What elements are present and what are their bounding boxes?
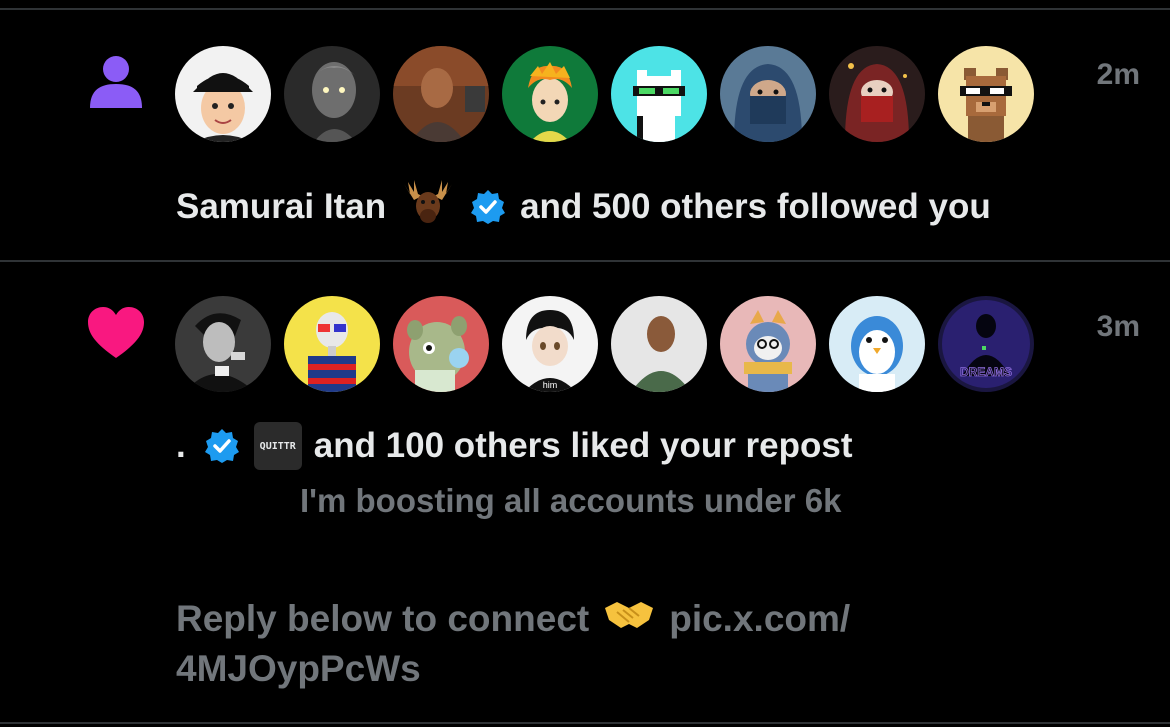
avatar-bubblegum-creature[interactable] xyxy=(393,296,489,392)
avatar-orange-hair-boy[interactable] xyxy=(502,46,598,142)
avatar-cartoon-cap-boy[interactable] xyxy=(175,46,271,142)
svg-text:DREAMS: DREAMS xyxy=(960,365,1012,379)
heart-icon xyxy=(86,304,146,364)
avatar-pixel-cat-sunglasses[interactable] xyxy=(611,46,707,142)
post-preview-line-3[interactable]: 4MJOypPcWs xyxy=(176,648,421,690)
preview-text: Reply below to connect xyxy=(176,597,590,639)
avatar-penguin-scarf[interactable] xyxy=(720,296,816,392)
avatar-man-at-desk[interactable] xyxy=(393,46,489,142)
avatar-stone-statue[interactable] xyxy=(284,46,380,142)
person-icon xyxy=(86,52,146,112)
actor-name[interactable]: Samurai Itan xyxy=(176,187,386,227)
preview-link[interactable]: pic.x.com/ xyxy=(669,598,850,640)
avatar-pixel-bear-sunglasses[interactable] xyxy=(938,46,1034,142)
like-notification[interactable]: him DREAMS 3m . QUITTR and 100 others li… xyxy=(0,262,1170,724)
follow-notification[interactable]: 2m Samurai Itan and 500 others followed … xyxy=(0,10,1170,260)
avatar-blue-hijab-woman[interactable] xyxy=(720,46,816,142)
actor-name[interactable]: . xyxy=(176,426,186,466)
verified-badge-icon xyxy=(204,428,240,464)
handshake-emoji xyxy=(603,594,655,643)
like-headline: . QUITTR and 100 others liked your repos… xyxy=(176,422,853,470)
avatar-red-veil-woman[interactable] xyxy=(829,46,925,142)
quittr-affiliate-badge: QUITTR xyxy=(253,422,302,470)
avatar-anime-boy-him[interactable]: him xyxy=(502,296,598,392)
timestamp: 2m xyxy=(1096,58,1140,91)
verified-badge-icon xyxy=(470,189,506,225)
notifications-page: 2m Samurai Itan and 500 others followed … xyxy=(0,0,1170,727)
avatar-dreams-silhouette[interactable]: DREAMS xyxy=(938,296,1034,392)
post-preview-line-2: Reply below to connect pic.x.com/ xyxy=(176,594,850,643)
svg-text:him: him xyxy=(543,380,558,390)
avatar-man-smoking-bw[interactable] xyxy=(175,296,271,392)
action-text: and 500 others followed you xyxy=(520,186,991,226)
action-text: and 100 others liked your repost xyxy=(313,426,853,465)
avatar-white-penguin[interactable] xyxy=(829,296,925,392)
follower-avatars xyxy=(175,46,1034,142)
moose-emoji xyxy=(400,178,456,235)
avatar-man-profile[interactable] xyxy=(611,296,707,392)
liker-avatars: him DREAMS xyxy=(175,296,1034,392)
post-preview-line-1: I'm boosting all accounts under 6k xyxy=(300,482,842,519)
divider-bottom xyxy=(0,722,1170,724)
timestamp: 3m xyxy=(1096,310,1140,343)
avatar-robot-3d-glasses[interactable] xyxy=(284,296,380,392)
follow-headline: Samurai Itan and 500 others followed you xyxy=(176,178,991,235)
